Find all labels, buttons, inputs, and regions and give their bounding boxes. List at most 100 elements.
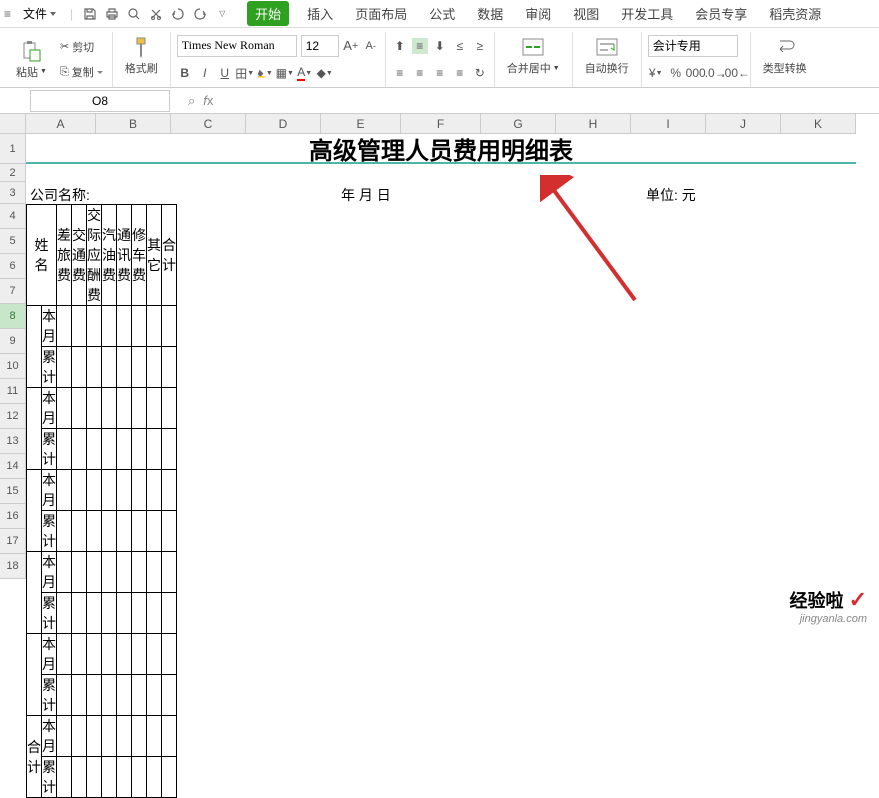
tab-resource[interactable]: 稻壳资源 xyxy=(765,1,825,26)
scissors-icon: ✂ xyxy=(60,40,69,53)
row-header[interactable]: 4 xyxy=(0,204,26,229)
highlight-icon[interactable]: ◆▼ xyxy=(317,65,333,81)
row-header[interactable]: 12 xyxy=(0,404,26,429)
row-header[interactable]: 2 xyxy=(0,164,26,182)
justify-icon[interactable]: ≡ xyxy=(452,65,468,81)
align-bottom-icon[interactable]: ⬇ xyxy=(432,38,448,54)
tab-review[interactable]: 审阅 xyxy=(521,1,555,26)
copy-icon: ⎘ xyxy=(60,66,69,79)
font-color-icon[interactable]: A▼ xyxy=(297,65,313,81)
fx-icon[interactable]: fx xyxy=(203,93,213,108)
merge-button[interactable]: 合并居中▼ xyxy=(501,34,566,78)
convert-group: 类型转换 xyxy=(751,32,819,87)
table-row: 本月 xyxy=(27,470,177,511)
wrap-group: 自动换行 xyxy=(573,32,642,87)
col-header[interactable]: K xyxy=(781,114,856,134)
row-header[interactable]: 1 xyxy=(0,134,26,164)
row-header[interactable]: 16 xyxy=(0,504,26,529)
col-header[interactable]: C xyxy=(171,114,246,134)
table-row: 累计 xyxy=(27,757,177,798)
row-header[interactable]: 14 xyxy=(0,454,26,479)
align-top-icon[interactable]: ⬆ xyxy=(392,38,408,54)
row-header[interactable]: 9 xyxy=(0,329,26,354)
tab-data[interactable]: 数据 xyxy=(473,1,507,26)
paste-button[interactable]: 粘贴▼ xyxy=(10,34,53,85)
tab-insert[interactable]: 插入 xyxy=(303,1,337,26)
undo-icon[interactable] xyxy=(169,5,187,23)
tab-view[interactable]: 视图 xyxy=(569,1,603,26)
table-row: 累计 xyxy=(27,347,177,388)
file-menu[interactable]: 文件 xyxy=(17,3,62,24)
bold-icon[interactable]: B xyxy=(177,65,193,81)
row-header[interactable]: 3 xyxy=(0,182,26,204)
col-header[interactable]: A xyxy=(26,114,96,134)
print-icon[interactable] xyxy=(103,5,121,23)
quick-access-toolbar: ▽ xyxy=(81,5,231,23)
number-group: ¥▼ % 000 .0→ .00← xyxy=(642,32,751,87)
tab-start[interactable]: 开始 xyxy=(247,1,289,26)
indent-right-icon[interactable]: ≥ xyxy=(472,38,488,54)
row-header[interactable]: 18 xyxy=(0,554,26,579)
border-icon[interactable]: 田▼ xyxy=(237,65,253,81)
copy-button[interactable]: ⎘复制 xyxy=(57,63,106,81)
italic-icon[interactable]: I xyxy=(197,65,213,81)
type-convert-button[interactable]: 类型转换 xyxy=(757,34,813,78)
col-header[interactable]: J xyxy=(706,114,781,134)
align-left-icon[interactable]: ≡ xyxy=(392,65,408,81)
convert-icon xyxy=(774,36,796,58)
col-header[interactable]: B xyxy=(96,114,171,134)
save-icon[interactable] xyxy=(81,5,99,23)
number-format-select[interactable] xyxy=(648,35,738,57)
row-header[interactable]: 13 xyxy=(0,429,26,454)
clipboard-group: 粘贴▼ ✂剪切 ⎘复制 xyxy=(4,32,113,87)
percent-icon[interactable]: % xyxy=(668,65,684,81)
align-middle-icon[interactable]: ≡ xyxy=(412,38,428,54)
row-header[interactable]: 6 xyxy=(0,254,26,279)
sheet-title: 高级管理人员费用明细表 xyxy=(26,134,856,164)
table-row: 累计 xyxy=(27,511,177,552)
row-header[interactable]: 11 xyxy=(0,379,26,404)
font-select[interactable] xyxy=(177,35,297,57)
fill-color-icon[interactable]: ▼ xyxy=(257,65,273,81)
tab-layout[interactable]: 页面布局 xyxy=(351,1,411,26)
format-painter-button[interactable]: 格式刷 xyxy=(119,34,164,78)
search-icon[interactable]: ⌕ xyxy=(188,93,195,109)
tab-member[interactable]: 会员专享 xyxy=(691,1,751,26)
row-header[interactable]: 15 xyxy=(0,479,26,504)
row-header[interactable]: 10 xyxy=(0,354,26,379)
cut-icon[interactable] xyxy=(147,5,165,23)
currency-icon[interactable]: ¥▼ xyxy=(648,65,664,81)
hamburger-icon[interactable]: ≡ xyxy=(4,7,11,21)
underline-icon[interactable]: U xyxy=(217,65,233,81)
align-center-icon[interactable]: ≡ xyxy=(412,65,428,81)
paste-icon xyxy=(20,40,42,62)
redo-icon[interactable] xyxy=(191,5,209,23)
tab-formula[interactable]: 公式 xyxy=(425,1,459,26)
name-box[interactable] xyxy=(30,90,170,112)
dec-decimal-icon[interactable]: .00← xyxy=(728,65,744,81)
table-row: 累计 xyxy=(27,429,177,470)
pattern-icon[interactable]: ▦▼ xyxy=(277,65,293,81)
align-right-icon[interactable]: ≡ xyxy=(432,65,448,81)
orientation-icon[interactable]: ↻ xyxy=(472,65,488,81)
font-size-select[interactable] xyxy=(301,35,339,57)
decrease-font-icon[interactable]: A- xyxy=(363,38,379,54)
increase-font-icon[interactable]: A+ xyxy=(343,38,359,54)
dropdown-icon[interactable]: ▽ xyxy=(213,5,231,23)
wrap-button[interactable]: 自动换行 xyxy=(579,34,635,78)
preview-icon[interactable] xyxy=(125,5,143,23)
file-label: 文件 xyxy=(23,5,47,22)
select-all-corner[interactable] xyxy=(0,114,26,134)
row-header[interactable]: 17 xyxy=(0,529,26,554)
spreadsheet[interactable]: ABCDEFGHIJK 123456789101112131415161718 … xyxy=(0,114,879,134)
row-header[interactable]: 8 xyxy=(0,304,26,329)
tab-dev[interactable]: 开发工具 xyxy=(617,1,677,26)
comma-icon[interactable]: 000 xyxy=(688,65,704,81)
row-header[interactable]: 7 xyxy=(0,279,26,304)
row-header[interactable]: 5 xyxy=(0,229,26,254)
menubar: ≡ 文件 | ▽ 开始 插入 页面布局 公式 数据 审阅 视图 开发工具 会员专… xyxy=(0,0,879,28)
col-header[interactable]: I xyxy=(631,114,706,134)
header-row: 姓 名差旅费交通费交际应酬费汽油费通讯费修车费其 它合 计 xyxy=(27,205,177,306)
indent-left-icon[interactable]: ≤ xyxy=(452,38,468,54)
cut-button[interactable]: ✂剪切 xyxy=(57,38,106,56)
